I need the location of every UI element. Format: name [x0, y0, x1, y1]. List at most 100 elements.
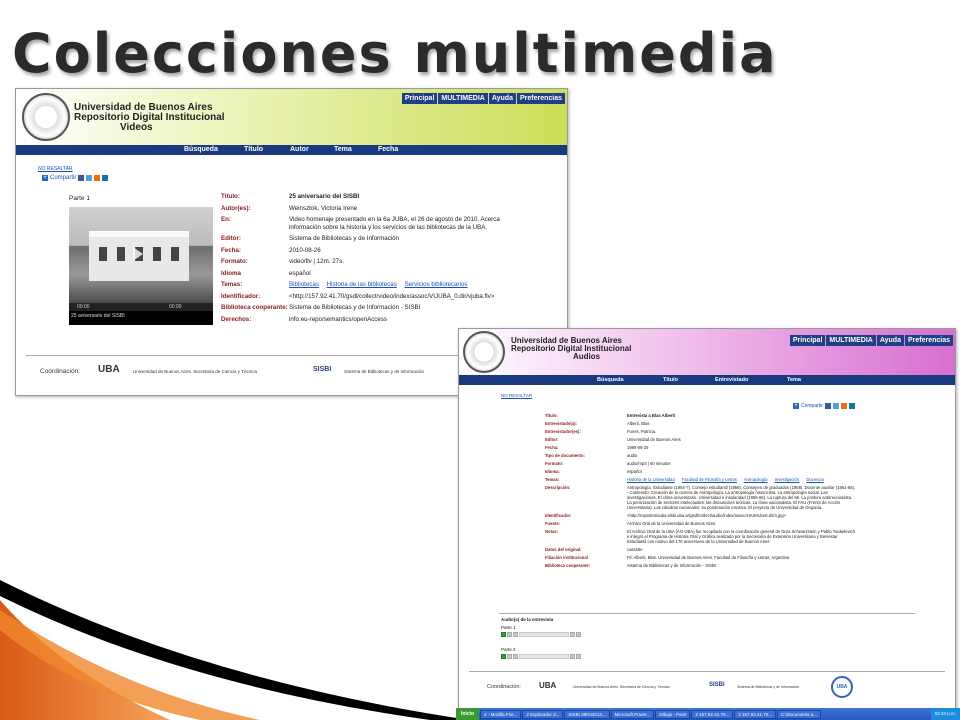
- meta-row: En: Video homenaje presentado en la 6a JU…: [221, 216, 500, 231]
- audio-search-bar: Búsqueda Título Entrevistado Tema: [459, 375, 955, 385]
- no-resaltar-link[interactable]: NO RESALTAR: [38, 166, 73, 172]
- slide-title: Colecciones multimedia: [12, 22, 778, 85]
- meta-row: Formato: video/flv | 12m. 27s.: [221, 258, 344, 265]
- taskbar-item[interactable]: 4 - Mozilla Fire...: [480, 709, 522, 719]
- meta-row: Idioma español: [221, 269, 311, 277]
- progress-track[interactable]: [519, 654, 569, 659]
- nav-preferencias[interactable]: Preferencias: [516, 93, 565, 104]
- twitter-icon[interactable]: [832, 403, 839, 409]
- stop-icon[interactable]: [513, 632, 518, 637]
- meta-row-temas: Temas: Historia de la Universidad Facult…: [545, 477, 824, 482]
- meta-row: Entrevistador(es): Funes, Patricia.: [545, 429, 657, 434]
- twitter-icon[interactable]: [86, 175, 93, 181]
- share-link[interactable]: Compartir: [801, 403, 823, 409]
- player-caption: 25 aniversario del SISBI: [71, 313, 125, 319]
- nav-multimedia[interactable]: MULTIMEDIA: [438, 93, 488, 104]
- player-controls[interactable]: 00:00 00:00: [69, 303, 213, 311]
- search-entrevistado[interactable]: Entrevistado: [715, 375, 748, 385]
- mute-icon[interactable]: [576, 632, 581, 637]
- video-header-title: Universidad de Buenos Aires Repositorio …: [74, 102, 225, 133]
- nav-ayuda[interactable]: Ayuda: [488, 93, 516, 104]
- search-titulo[interactable]: Título: [663, 375, 678, 385]
- sisbi-logo: SISBI: [709, 682, 725, 688]
- share-bar: + Compartir: [42, 175, 109, 181]
- tema-link[interactable]: Docencia: [806, 477, 823, 482]
- email-icon[interactable]: [94, 175, 101, 181]
- search-busqueda[interactable]: Búsqueda: [184, 145, 218, 155]
- linkedin-icon[interactable]: [848, 403, 855, 409]
- audio-screenshot: Universidad de Buenos Aires Repositorio …: [458, 328, 956, 710]
- meta-row: Biblioteca cooperante: Sistema de Bibliot…: [221, 304, 421, 311]
- nav-preferencias[interactable]: Preferencias: [904, 335, 953, 346]
- video-player[interactable]: 00:00 00:00 25 aniversario del SISBI: [69, 207, 213, 325]
- taskbar-item[interactable]: 2 157.92.41.70...: [734, 709, 776, 719]
- nav-ayuda[interactable]: Ayuda: [876, 335, 904, 346]
- meta-row: Editor: Universidad de Buenos Aires: [545, 437, 681, 442]
- taskbar-item[interactable]: 2 157.92.41.70...: [691, 709, 734, 719]
- play-icon[interactable]: [501, 654, 506, 659]
- meta-row: Idioma: español: [545, 469, 642, 474]
- facebook-icon[interactable]: [824, 403, 831, 409]
- search-fecha[interactable]: Fecha: [378, 145, 398, 155]
- volume-icon[interactable]: [570, 654, 575, 659]
- video-top-nav: Principal MULTIMEDIA Ayuda Preferencias: [401, 93, 565, 104]
- play-icon[interactable]: [501, 632, 506, 637]
- nav-principal[interactable]: Principal: [401, 93, 438, 104]
- share-link[interactable]: Compartir: [50, 175, 76, 181]
- facebook-icon[interactable]: [78, 175, 85, 181]
- meta-row: Descripción: Antropología. Estudiante (19…: [545, 485, 856, 510]
- taskbar-item[interactable]: C:\Documents a...: [776, 709, 821, 719]
- taskbar-item[interactable]: SISBI 380U2013...: [564, 709, 610, 719]
- nav-multimedia[interactable]: MULTIMEDIA: [826, 335, 876, 346]
- search-tema[interactable]: Tema: [787, 375, 801, 385]
- no-resaltar-link[interactable]: NO RESALTAR: [501, 393, 532, 398]
- audio-files-section: Audio(s) de la entrevista Parte 1 Parte …: [501, 617, 581, 669]
- audio-top-nav: Principal MULTIMEDIA Ayuda Preferencias: [789, 335, 953, 346]
- video-search-bar: Búsqueda Título Autor Tema Fecha: [16, 145, 567, 155]
- tema-link[interactable]: Antropología: [744, 477, 768, 482]
- tema-link[interactable]: Bibliotecas: [289, 281, 319, 288]
- search-tema[interactable]: Tema: [334, 145, 352, 155]
- tema-link[interactable]: Historia de las bibliotecas: [327, 281, 397, 288]
- taskbar-item[interactable]: Dibujo - Paint: [655, 709, 691, 719]
- meta-row: Notas: El Archivo Oral de la UBA (AO-UBA)…: [545, 529, 855, 544]
- audio-player-part1[interactable]: [501, 632, 581, 637]
- audio-metadata: Título: Entrevista a Blas Alberti Entrevi…: [545, 413, 857, 571]
- mute-icon[interactable]: [576, 654, 581, 659]
- search-autor[interactable]: Autor: [290, 145, 309, 155]
- uba-logo: UBA: [98, 364, 120, 375]
- video-metadata: Título: 25 aniversario del SISBI Autor(es…: [221, 193, 519, 327]
- progress-track[interactable]: [519, 632, 569, 637]
- decorative-swoosh: [0, 580, 470, 720]
- pause-icon[interactable]: [507, 654, 512, 659]
- taskbar-item[interactable]: 2 Explorador d...: [522, 709, 564, 719]
- linkedin-icon[interactable]: [102, 175, 109, 181]
- meta-row: Título: 25 aniversario del SISBI: [221, 193, 360, 200]
- stop-icon[interactable]: [513, 654, 518, 659]
- email-icon[interactable]: [840, 403, 847, 409]
- taskbar-item[interactable]: Microsoft Power...: [610, 709, 655, 719]
- player-time: 00:00: [77, 304, 90, 310]
- tema-link[interactable]: Facultad de Filosofía y Letras: [682, 477, 737, 482]
- uba-circle-logo: UBA: [831, 676, 853, 698]
- search-busqueda[interactable]: Búsqueda: [597, 375, 624, 385]
- tema-link[interactable]: Servicios bibliotecarios: [405, 281, 468, 288]
- tema-link[interactable]: Investigación: [775, 477, 799, 482]
- meta-row: Identificador: <http://repositoriouba.sis…: [545, 513, 786, 518]
- player-time-total: 00:00: [169, 304, 182, 310]
- play-icon[interactable]: [133, 247, 143, 261]
- uba-seal-icon: [22, 93, 70, 141]
- video-header: Universidad de Buenos Aires Repositorio …: [16, 89, 567, 149]
- search-titulo[interactable]: Título: [244, 145, 263, 155]
- meta-row: Autor(es): Weinsztok, Victoria Irene: [221, 204, 358, 212]
- nav-principal[interactable]: Principal: [789, 335, 826, 346]
- meta-row: Biblioteca cooperante: Sistema de Bibliot…: [545, 563, 716, 568]
- volume-icon[interactable]: [570, 632, 575, 637]
- add-icon[interactable]: +: [42, 175, 48, 181]
- audio-header: Universidad de Buenos Aires Repositorio …: [459, 329, 955, 379]
- pause-icon[interactable]: [507, 632, 512, 637]
- start-button[interactable]: Inicio: [456, 708, 480, 720]
- audio-player-part2[interactable]: [501, 654, 581, 659]
- add-icon[interactable]: +: [793, 403, 799, 409]
- tema-link[interactable]: Historia de la Universidad: [627, 477, 675, 482]
